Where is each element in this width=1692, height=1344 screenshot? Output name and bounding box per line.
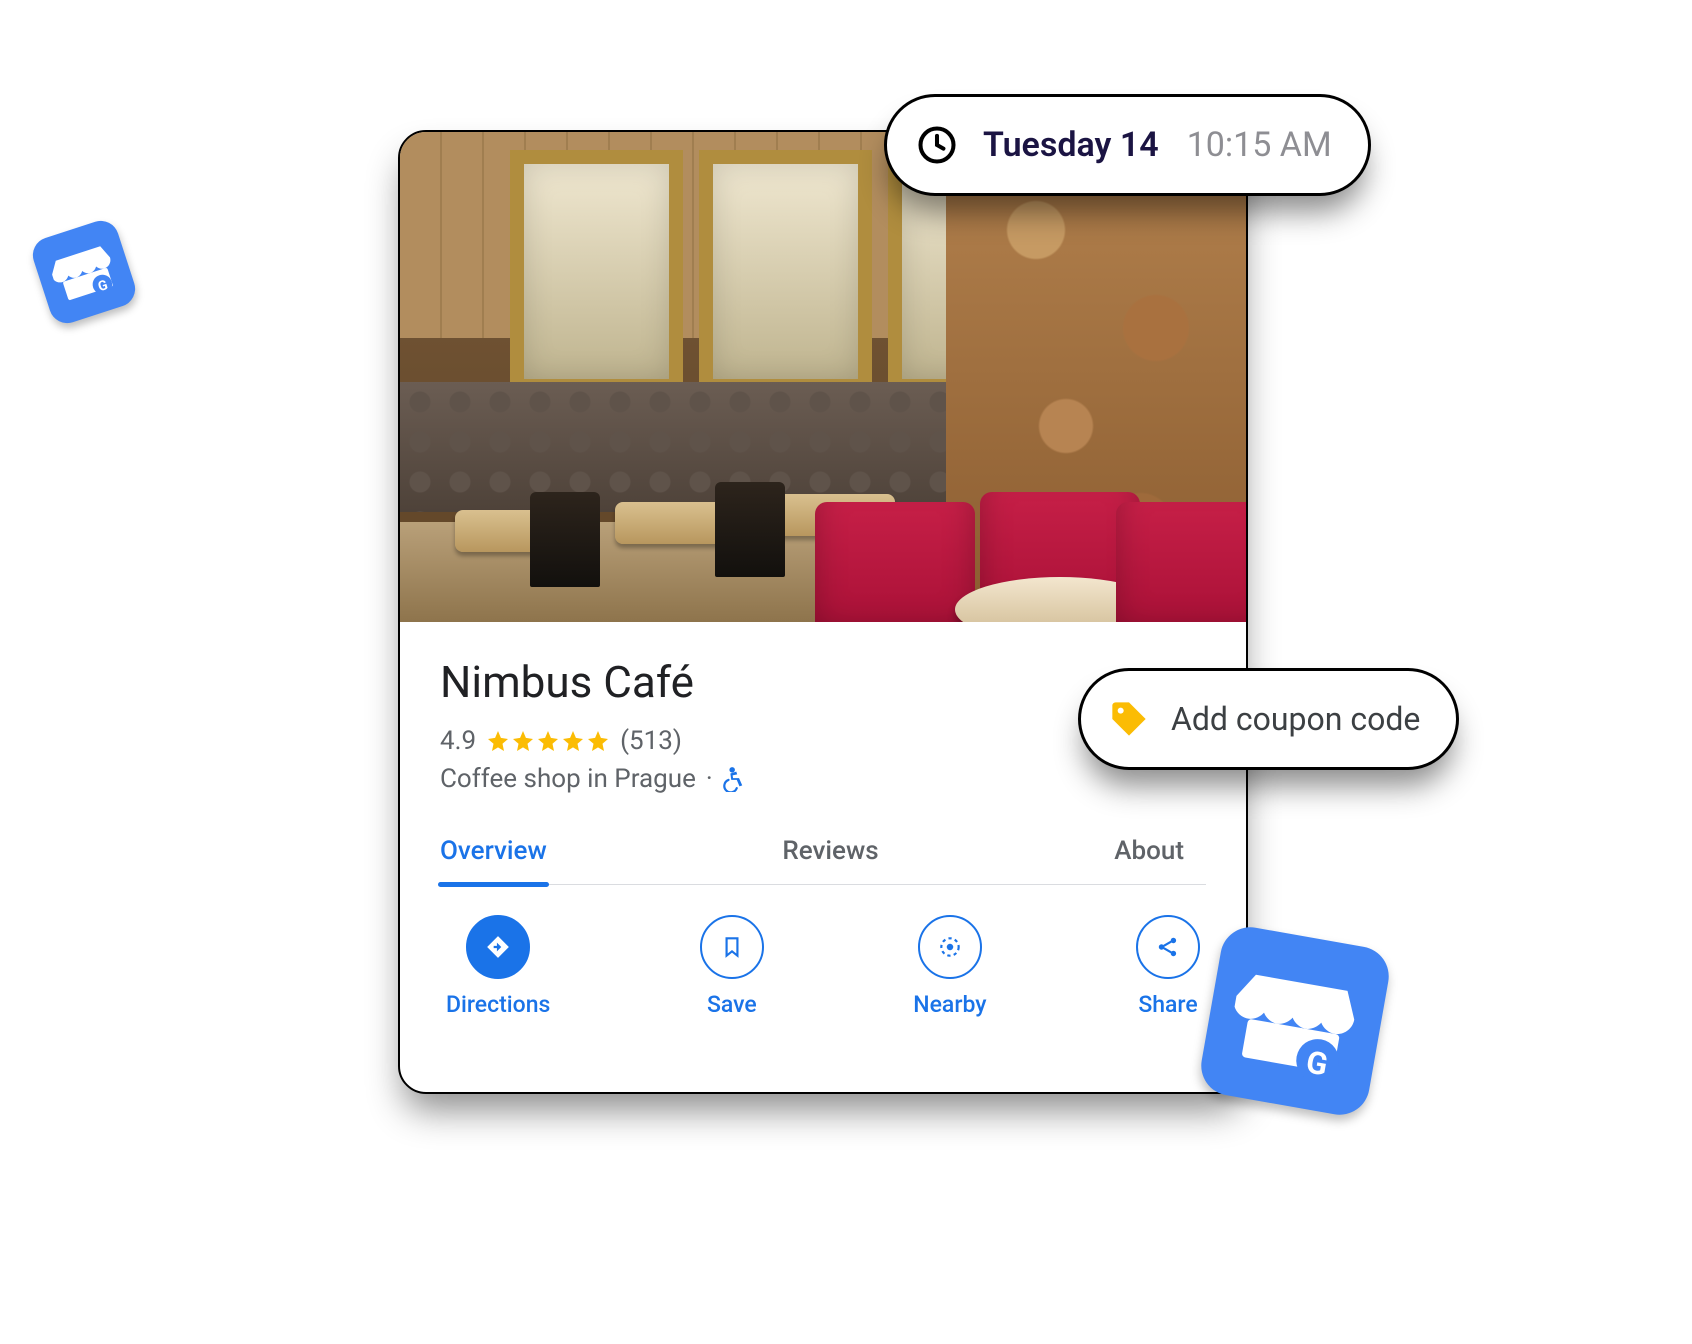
listing-tabs: Overview Reviews About [440, 836, 1206, 885]
star-icon [511, 729, 535, 753]
schedule-pill[interactable]: Tuesday 14 10:15 AM [884, 94, 1371, 196]
action-share[interactable]: Share [1136, 915, 1200, 1018]
business-listing-card: Nimbus Café 4.9 (513) Coffee shop in Pra… [398, 130, 1248, 1094]
action-save[interactable]: Save [700, 915, 764, 1018]
tab-overview[interactable]: Overview [440, 836, 547, 884]
category-text: Coffee shop in Prague [440, 764, 696, 794]
listing-hero-image[interactable] [400, 132, 1246, 622]
rating-count: (513) [620, 726, 682, 756]
storefront-icon: G [45, 233, 124, 312]
action-label: Directions [446, 991, 550, 1018]
storefront-icon: G [1223, 949, 1367, 1093]
coupon-label: Add coupon code [1171, 700, 1420, 738]
google-business-tile-big: G [1197, 923, 1394, 1120]
rating-stars [486, 729, 610, 753]
star-icon [486, 729, 510, 753]
turn-right-icon [485, 934, 511, 960]
action-label: Nearby [913, 991, 986, 1018]
bookmark-icon [719, 934, 745, 960]
schedule-time: 10:15 AM [1187, 125, 1332, 165]
clock-icon [915, 123, 959, 167]
action-label: Save [707, 991, 757, 1018]
location-icon [937, 934, 963, 960]
action-row: Directions Save [440, 885, 1206, 1018]
tab-about[interactable]: About [1114, 836, 1184, 884]
action-nearby[interactable]: Nearby [913, 915, 986, 1018]
dot-separator: · [706, 764, 713, 794]
schedule-day: Tuesday 14 [983, 125, 1159, 165]
price-tag-icon [1109, 699, 1149, 739]
star-icon [561, 729, 585, 753]
star-icon [536, 729, 560, 753]
share-icon [1155, 934, 1181, 960]
action-directions[interactable]: Directions [446, 915, 550, 1018]
google-business-tile-small: G [28, 216, 140, 328]
tab-reviews[interactable]: Reviews [782, 836, 878, 884]
action-label: Share [1138, 991, 1197, 1018]
star-icon [586, 729, 610, 753]
category-row: Coffee shop in Prague · [440, 764, 1206, 794]
rating-value: 4.9 [440, 726, 476, 756]
add-coupon-pill[interactable]: Add coupon code [1078, 668, 1459, 770]
wheelchair-accessible-icon [723, 766, 745, 792]
